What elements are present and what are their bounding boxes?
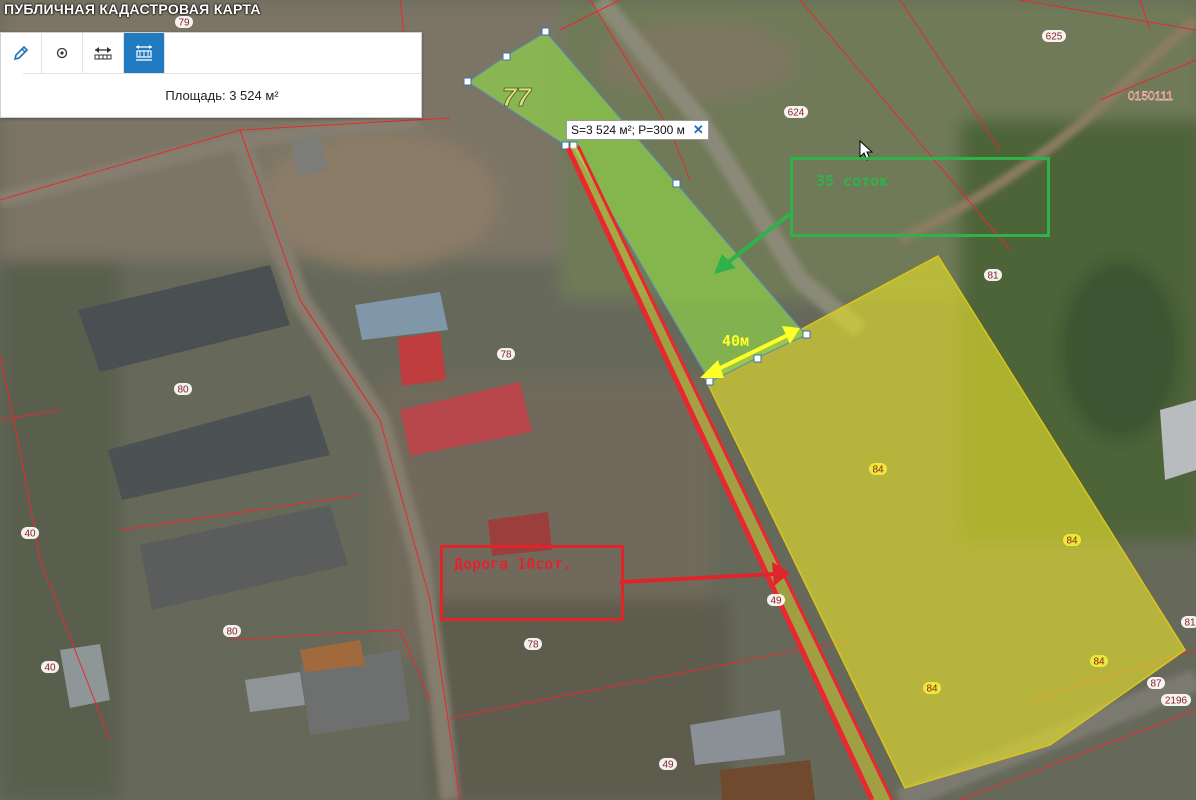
- parcel-label[interactable]: 84: [1066, 536, 1078, 547]
- parcel-label[interactable]: 40: [24, 529, 36, 540]
- annotation-box-green: [790, 157, 1050, 237]
- parcel-label[interactable]: 81: [987, 271, 999, 282]
- close-icon[interactable]: ✕: [693, 122, 704, 138]
- point-icon: [56, 47, 68, 59]
- parcel-label[interactable]: 49: [662, 760, 674, 771]
- measure-toolbar: Площадь: 3 524 м²: [0, 32, 422, 118]
- parcel-label[interactable]: 79: [178, 18, 190, 29]
- parcel-label[interactable]: 84: [1093, 657, 1105, 668]
- parcel-label[interactable]: 84: [872, 465, 884, 476]
- parcel-label[interactable]: 87: [1150, 679, 1162, 690]
- parcel-label[interactable]: 78: [500, 350, 512, 361]
- distance-icon: [94, 47, 112, 60]
- parcel-label[interactable]: 78: [527, 640, 539, 651]
- area-measure-icon: [136, 45, 152, 61]
- pencil-tool-button[interactable]: [1, 33, 42, 73]
- parcel-label[interactable]: 49: [770, 596, 782, 607]
- parcel-label[interactable]: 625: [1046, 32, 1063, 43]
- distance-tool-button[interactable]: [83, 33, 124, 73]
- parcel-number-77: 77: [502, 82, 532, 112]
- width-label: 40м: [722, 332, 749, 350]
- app-title: ПУБЛИЧНАЯ КАДАСТРОВАЯ КАРТА: [4, 1, 261, 17]
- parcel-label[interactable]: 40: [44, 663, 56, 674]
- parcel-label[interactable]: 84: [926, 684, 938, 695]
- measure-tooltip: S=3 524 м²; P=300 м ✕: [566, 120, 709, 140]
- annotation-road: Дорога 10сот.: [454, 555, 572, 573]
- annotation-35-sotok: 35 соток: [816, 172, 889, 190]
- parcel-label[interactable]: 81: [1184, 618, 1196, 629]
- area-measure-tool-button[interactable]: [124, 33, 165, 73]
- measure-tooltip-text: S=3 524 м²; P=300 м: [571, 123, 685, 137]
- parcel-label[interactable]: 624: [788, 108, 805, 119]
- parcel-label[interactable]: 80: [226, 627, 238, 638]
- area-readout: Площадь: 3 524 м²: [23, 73, 421, 117]
- parcel-label[interactable]: 80: [177, 385, 189, 396]
- parcel-label[interactable]: 2196: [1165, 696, 1188, 707]
- point-tool-button[interactable]: [42, 33, 83, 73]
- pencil-icon: [13, 45, 29, 61]
- parcel-label: 0150111: [1128, 89, 1173, 103]
